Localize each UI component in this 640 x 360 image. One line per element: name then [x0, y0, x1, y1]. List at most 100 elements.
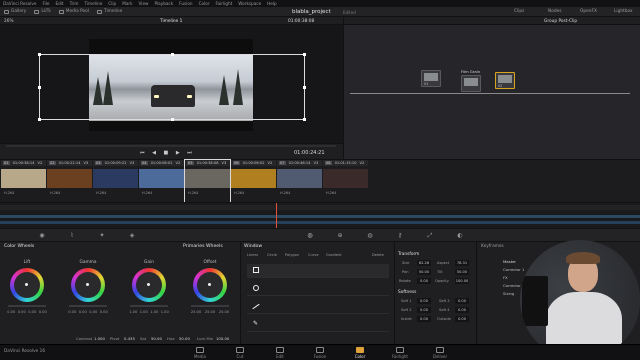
page-fusion[interactable]: Fusion — [302, 347, 338, 359]
window-shape-polygon[interactable] — [247, 300, 389, 314]
menu-playback[interactable]: Playback — [154, 1, 173, 6]
linear-tool[interactable]: Linear — [247, 253, 258, 257]
wheel-mode[interactable]: Primaries Wheels — [183, 244, 223, 249]
node-01[interactable]: 01 — [421, 70, 441, 87]
menu-fusion[interactable]: Fusion — [179, 1, 192, 6]
node-editor[interactable]: Group Post-Clip 01 Film Grain 02 — [343, 17, 640, 159]
timeline-playhead[interactable] — [276, 203, 277, 229]
stereo-icon[interactable]: ◐ — [456, 232, 464, 239]
lift-wheel[interactable]: Lift 0.00 0.00 0.00 0.00 — [6, 260, 48, 320]
clips-button[interactable]: Clips — [514, 9, 524, 14]
master-slider[interactable] — [69, 305, 107, 307]
outside-field[interactable]: 0.00 — [455, 316, 469, 322]
soft3-field[interactable]: 0.00 — [455, 298, 469, 304]
menu-file[interactable]: File — [42, 1, 49, 6]
corner-handle[interactable] — [38, 53, 41, 56]
clip-thumbnail[interactable]: 01 01:00:36:14 V2 H.264 — [1, 160, 46, 203]
node-02[interactable]: 02 — [495, 72, 515, 89]
corner-handle[interactable] — [38, 118, 41, 121]
edge-handle[interactable] — [171, 118, 174, 121]
wheel-puck[interactable] — [208, 283, 211, 286]
menu-edit[interactable]: Edit — [55, 1, 63, 6]
page-edit[interactable]: Edit — [262, 347, 298, 359]
aspect-field[interactable]: 78.31 — [455, 260, 469, 266]
window-shape-circle[interactable] — [247, 282, 389, 296]
gallery-button[interactable]: Gallery — [4, 9, 26, 14]
mini-timeline[interactable] — [0, 202, 640, 229]
window-icon[interactable]: ◎ — [306, 232, 314, 239]
opacity-field[interactable]: 100.00 — [455, 278, 469, 284]
menu-app[interactable]: DaVinci Resolve — [3, 1, 36, 6]
menu-fairlight[interactable]: Fairlight — [216, 1, 233, 6]
gamma-wheel[interactable]: Gamma 0.00 0.00 0.00 0.00 — [67, 260, 109, 320]
zoom-level[interactable]: 26% — [4, 19, 14, 24]
media-pool-button[interactable]: Media Pool — [58, 9, 89, 14]
circle-tool[interactable]: Circle — [267, 253, 277, 257]
pivot-value[interactable]: 0.435 — [124, 336, 135, 341]
menu-mark[interactable]: Mark — [122, 1, 132, 6]
gain-wheel[interactable]: Gain 1.00 1.00 1.00 1.00 — [128, 260, 170, 320]
delete-button[interactable]: Delete — [372, 253, 384, 257]
blur-icon[interactable]: ◍ — [366, 232, 374, 239]
sat-value[interactable]: 50.00 — [151, 336, 162, 341]
gradient-tool[interactable]: Gradient — [326, 253, 342, 257]
clip-thumbnail[interactable]: 03 01:00:09:22 V3 H.264 — [93, 160, 138, 203]
clip-thumbnail[interactable]: 07 01:00:46:14 V3 H.264 — [277, 160, 322, 203]
inside-field[interactable]: 0.00 — [417, 316, 431, 322]
pan-field[interactable]: 50.00 — [417, 269, 431, 275]
edge-handle[interactable] — [171, 53, 174, 56]
curves-icon[interactable]: ⌇ — [68, 232, 76, 239]
page-deliver[interactable]: Deliver — [422, 347, 458, 359]
clip-thumbnail[interactable]: 02 01:00:22:14 V3 H.264 — [47, 160, 92, 203]
timeline-name[interactable]: Timeline 1 — [160, 19, 182, 24]
edge-handle[interactable] — [303, 86, 306, 89]
size-field[interactable]: 62.26 — [417, 260, 431, 266]
menu-timeline[interactable]: Timeline — [84, 1, 102, 6]
corner-handle[interactable] — [303, 53, 306, 56]
edge-handle[interactable] — [38, 86, 41, 89]
wheel-puck[interactable] — [86, 283, 89, 286]
page-fairlight[interactable]: Fairlight — [382, 347, 418, 359]
window-shape-linear[interactable] — [247, 264, 389, 278]
menu-trim[interactable]: Trim — [70, 1, 79, 6]
menu-workspace[interactable]: Workspace — [238, 1, 261, 6]
menu-view[interactable]: View — [139, 1, 149, 6]
window-transform-box[interactable] — [38, 53, 306, 121]
clip-thumbnail[interactable]: 06 01:00:06:02 V2 H.264 — [231, 160, 276, 203]
soft4-field[interactable]: 0.00 — [455, 307, 469, 313]
tilt-field[interactable]: 50.00 — [455, 269, 469, 275]
page-media[interactable]: Media — [182, 347, 218, 359]
keyframe-row[interactable]: Sizing — [503, 291, 514, 296]
color-wheels-icon[interactable]: ◉ — [38, 232, 46, 239]
sizing-icon[interactable]: ⤢ — [426, 232, 434, 239]
nodes-button[interactable]: Nodes — [548, 9, 561, 14]
wheel-puck[interactable] — [25, 283, 28, 286]
timeline-button[interactable]: Timeline — [96, 9, 122, 14]
playback-buttons-icon[interactable]: ⏮ ◀ ■ ▶ ⏭ — [140, 150, 195, 156]
node-film-grain[interactable] — [461, 75, 481, 92]
wheel-puck[interactable] — [147, 283, 150, 286]
offset-wheel[interactable]: Offset 25.00 25.00 25.00 — [189, 260, 231, 320]
luts-button[interactable]: LUTs — [34, 9, 51, 14]
openfx-button[interactable]: OpenFX — [580, 9, 597, 14]
hue-value[interactable]: 50.00 — [179, 336, 190, 341]
rotate-field[interactable]: 0.00 — [417, 278, 431, 284]
menu-help[interactable]: Help — [267, 1, 277, 6]
tracker-icon[interactable]: ⊕ — [336, 232, 344, 239]
soft1-field[interactable]: 0.00 — [417, 298, 431, 304]
clip-thumbnail[interactable]: 08 01:01:15:10 V2 H.264 — [323, 160, 368, 203]
master-slider[interactable] — [130, 305, 168, 307]
master-slider[interactable] — [191, 305, 229, 307]
lum-mix-value[interactable]: 100.00 — [216, 336, 229, 341]
curve-tool[interactable]: Curve — [308, 253, 319, 257]
clip-thumbnail[interactable]: 04 01:00:08:02 V2 H.264 — [139, 160, 184, 203]
window-shape-curve[interactable]: ✎ — [247, 318, 389, 332]
menu-color[interactable]: Color — [199, 1, 210, 6]
scrubber[interactable] — [6, 145, 336, 147]
qualifier-icon[interactable]: ◈ — [128, 232, 136, 239]
polygon-tool[interactable]: Polygon — [285, 253, 299, 257]
keyframe-row[interactable]: FX — [503, 275, 508, 280]
master-slider[interactable] — [8, 305, 46, 307]
clip-thumbnail-selected[interactable]: 05 01:00:38:08 V3 H.264 — [184, 159, 231, 204]
menu-clip[interactable]: Clip — [108, 1, 116, 6]
